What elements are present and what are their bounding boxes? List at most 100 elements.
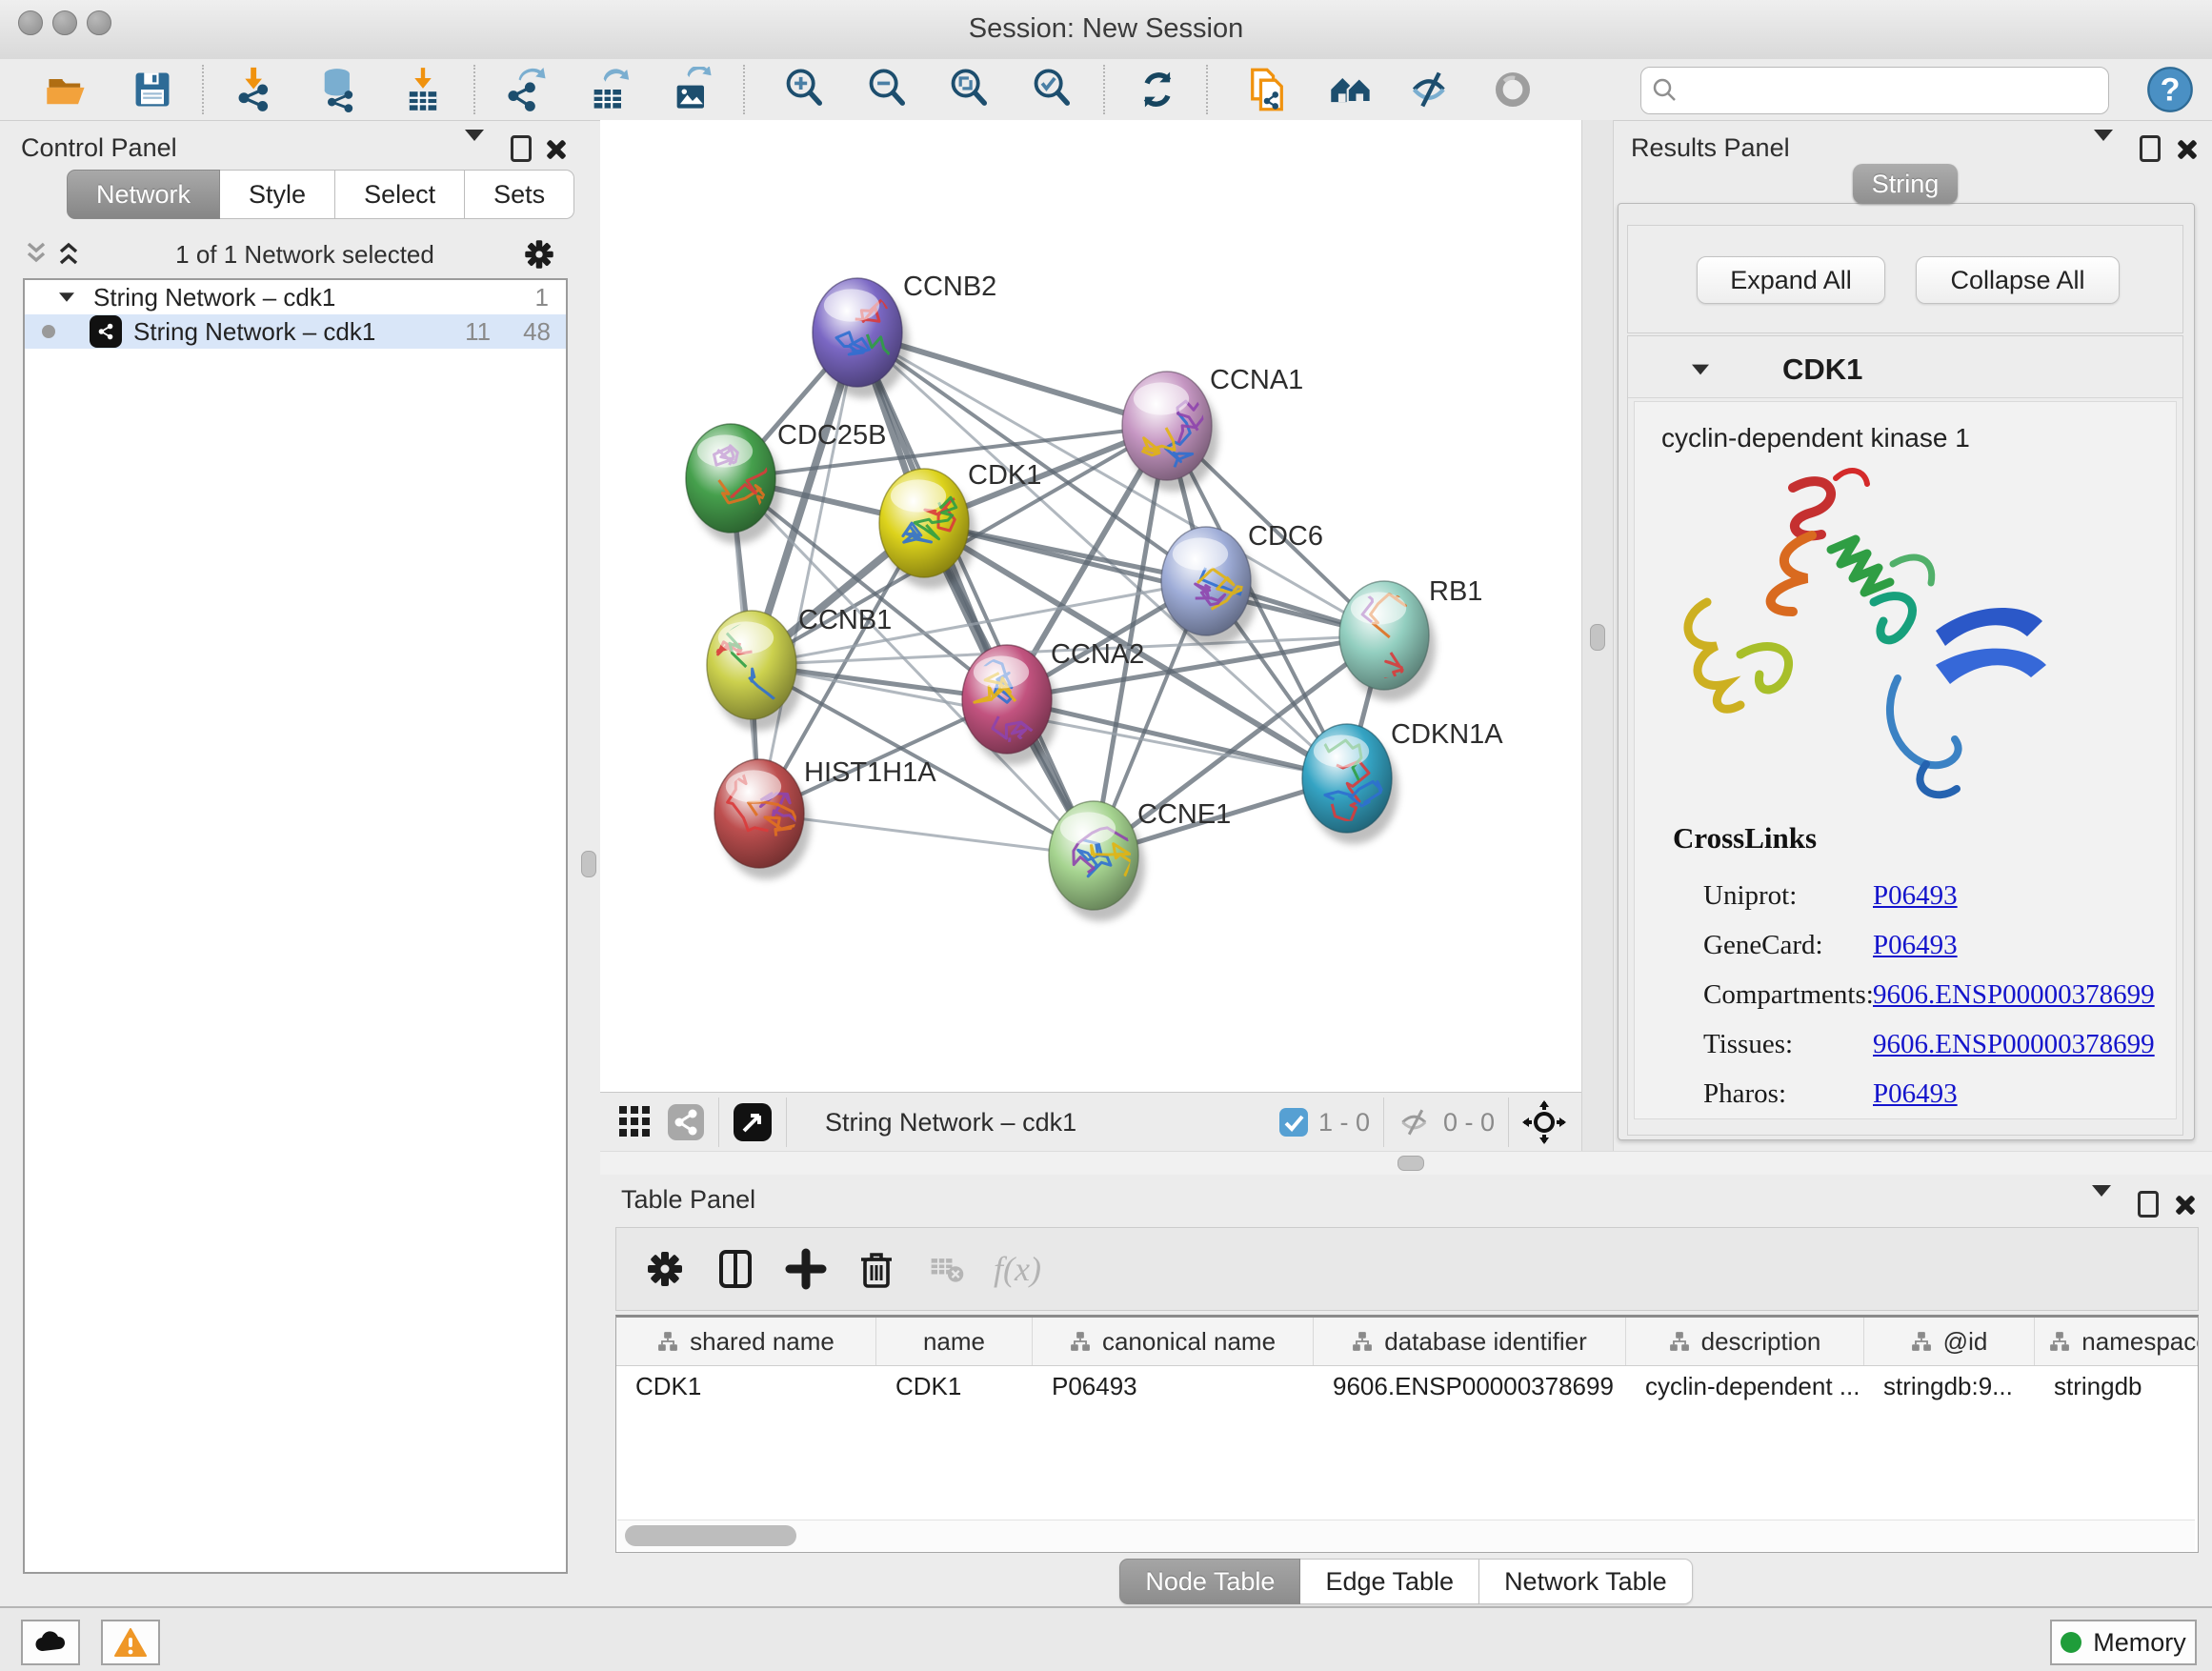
show-column-button[interactable] (700, 1238, 771, 1299)
network-options-gear-icon[interactable] (522, 237, 556, 272)
node-CDKN1A[interactable]: CDKN1A (1277, 719, 1503, 844)
entry-description: cyclin-dependent kinase 1 (1661, 423, 1970, 453)
hidden-elements-icon[interactable] (1398, 1106, 1434, 1138)
expand-all-networks-icon[interactable] (55, 240, 88, 269)
tab-sets[interactable]: Sets (465, 170, 574, 219)
function-builder-button[interactable]: f(x) (982, 1238, 1053, 1299)
cdk1-entry-header[interactable]: CDK1 (1628, 342, 2182, 398)
node-RB1[interactable]: RB1 (1317, 570, 1482, 702)
selected-checkbox-icon[interactable] (1278, 1107, 1309, 1137)
window-title: Session: New Session (0, 13, 2212, 45)
tab-select[interactable]: Select (335, 170, 465, 219)
column-header-shared-name[interactable]: shared name (616, 1318, 876, 1365)
network-canvas[interactable]: CCNB2CCNA1CDC25BCDK1CDC6RB1CCNB1CCNA2HIS… (600, 120, 1581, 1092)
import-network-file-button[interactable] (231, 65, 280, 114)
zoom-selected-button[interactable] (1028, 65, 1077, 114)
delete-column-button[interactable] (841, 1238, 912, 1299)
warning-icon (114, 1628, 147, 1657)
table-horizontal-scrollbar[interactable] (617, 1520, 2195, 1551)
graphics-details-button[interactable] (1488, 65, 1538, 114)
node-CCNE1[interactable]: CCNE1 (1049, 799, 1231, 921)
tab-style[interactable]: Style (220, 170, 335, 219)
export-network-button[interactable] (501, 65, 551, 114)
create-column-button[interactable] (771, 1238, 841, 1299)
crosslink-row: Compartments:9606.ENSP00000378699 (1703, 970, 2161, 1019)
birdseye-view-icon[interactable] (733, 1102, 773, 1142)
column-header-description[interactable]: description (1626, 1318, 1864, 1365)
crosslink-uniprot[interactable]: P06493 (1873, 880, 1958, 912)
node-CDC25B[interactable]: CDC25B (686, 420, 886, 544)
tab-network-table[interactable]: Network Table (1479, 1559, 1693, 1604)
share-view-icon[interactable] (667, 1103, 705, 1141)
string-network-badge-icon (90, 315, 122, 348)
table-panel-float-button[interactable] (2092, 1197, 2111, 1214)
node-HIST1H1A[interactable]: HIST1H1A (714, 757, 936, 879)
tab-network[interactable]: Network (67, 170, 220, 219)
refresh-button[interactable] (1133, 65, 1182, 114)
table-row[interactable]: CDK1CDK1P064939606.ENSP00000378699cyclin… (616, 1366, 2198, 1406)
search-input[interactable] (1689, 76, 2108, 105)
clone-network-button[interactable] (1242, 65, 1292, 114)
network-tree: String Network – cdk1 1 String Network –… (23, 278, 568, 1574)
node-CDK1[interactable]: CDK1 (879, 460, 1041, 589)
collapse-all-networks-icon[interactable] (23, 240, 55, 269)
node-label-CCNB2: CCNB2 (903, 272, 996, 302)
table-panel-maximize-button[interactable] (2138, 1191, 2159, 1218)
crosslink-tissues[interactable]: 9606.ENSP00000378699 (1873, 1029, 2155, 1060)
crosslink-pharos[interactable]: P06493 (1873, 1078, 1958, 1110)
collapse-entry-icon[interactable] (1692, 365, 1709, 375)
zoom-fit-icon (947, 67, 993, 112)
zoom-in-button[interactable] (780, 65, 830, 114)
cell-id: stringdb:9... (1864, 1372, 2035, 1401)
crosslink-compartments[interactable]: 9606.ENSP00000378699 (1873, 979, 2155, 1011)
collapse-all-button[interactable]: Collapse All (1916, 256, 2120, 304)
table-options-button[interactable] (630, 1238, 700, 1299)
horizontal-splitter-handle[interactable] (1398, 1156, 1424, 1171)
network-selection-status: 1 of 1 Network selected (88, 240, 522, 270)
trash-icon (855, 1248, 897, 1290)
results-panel-maximize-button[interactable] (2140, 135, 2161, 162)
results-panel-float-button[interactable] (2094, 141, 2113, 158)
expand-all-button[interactable]: Expand All (1697, 256, 1885, 304)
zoom-out-button[interactable] (863, 65, 913, 114)
import-network-database-button[interactable] (314, 65, 364, 114)
column-header-namespace[interactable]: namespace (2035, 1318, 2199, 1365)
right-splitter-handle[interactable] (1590, 624, 1605, 651)
network-row-selected[interactable]: String Network – cdk1 11 48 (25, 314, 566, 349)
column-header-id[interactable]: @id (1864, 1318, 2035, 1365)
tab-string[interactable]: String (1853, 164, 1958, 204)
node-CCNA2[interactable]: CCNA2 (962, 639, 1144, 765)
export-image-button[interactable] (668, 65, 717, 114)
column-header-name[interactable]: name (876, 1318, 1033, 1365)
memory-button[interactable]: Memory (2050, 1620, 2197, 1665)
cloud-status-button[interactable] (21, 1620, 80, 1665)
control-panel-tabs: NetworkStyleSelectSets (67, 170, 574, 219)
control-panel-maximize-button[interactable] (511, 135, 532, 162)
delete-table-button[interactable] (912, 1238, 982, 1299)
zoom-fit-button[interactable] (945, 65, 995, 114)
scrollbar-thumb[interactable] (625, 1525, 796, 1546)
tab-edge-table[interactable]: Edge Table (1300, 1559, 1479, 1604)
home-button[interactable] (1326, 65, 1376, 114)
help-button[interactable]: ? (2145, 65, 2195, 114)
import-table-button[interactable] (398, 65, 448, 114)
tab-node-table[interactable]: Node Table (1119, 1559, 1300, 1604)
fit-content-crosshair-icon[interactable] (1522, 1100, 1566, 1144)
node-CCNB1[interactable]: CCNB1 (694, 605, 893, 731)
column-header-database-identifier[interactable]: database identifier (1314, 1318, 1626, 1365)
column-header-canonical-name[interactable]: canonical name (1033, 1318, 1314, 1365)
shared-column-icon (1070, 1331, 1091, 1352)
edge-CCNB2-HIST1H1A[interactable] (759, 332, 857, 814)
open-file-button[interactable] (42, 65, 91, 114)
node-CCNB2[interactable]: CCNB2 (813, 272, 996, 398)
crosslink-genecard[interactable]: P06493 (1873, 930, 1958, 961)
save-session-button[interactable] (128, 65, 177, 114)
network-collection-row[interactable]: String Network – cdk1 1 (25, 280, 566, 314)
control-panel-float-button[interactable] (465, 141, 484, 158)
export-table-button[interactable] (585, 65, 634, 114)
hide-graphics-button[interactable] (1406, 65, 1456, 114)
grid-view-icon[interactable] (617, 1104, 654, 1140)
left-splitter-handle[interactable] (581, 851, 596, 877)
warnings-button[interactable] (101, 1620, 160, 1665)
node-CDC6[interactable]: CDC6 (1161, 521, 1323, 647)
